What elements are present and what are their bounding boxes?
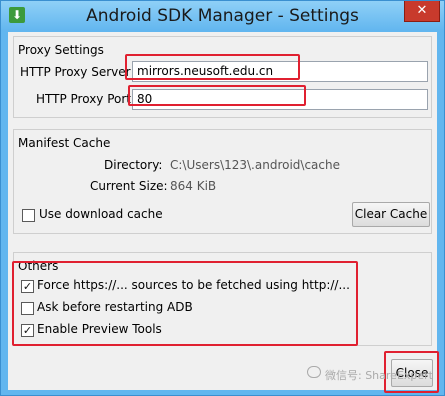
others-group: Others ✓ Force https://... sources to be…	[13, 252, 432, 346]
proxy-server-label: HTTP Proxy Server	[20, 65, 131, 79]
manifest-cache-group: Manifest Cache Directory: C:\Users\123\.…	[13, 129, 432, 234]
current-size-label: Current Size:	[90, 179, 168, 193]
window-close-button[interactable]: ✕	[404, 1, 440, 22]
use-download-cache-checkbox[interactable]	[22, 209, 35, 222]
force-http-label: Force https://... sources to be fetched …	[37, 278, 350, 292]
directory-value: C:\Users\123\.android\cache	[170, 158, 340, 172]
enable-preview-tools-label: Enable Preview Tools	[37, 322, 162, 336]
manifest-cache-title: Manifest Cache	[18, 136, 111, 150]
settings-window: ⬇ Android SDK Manager - Settings ✕ Proxy…	[0, 0, 445, 396]
proxy-settings-group: Proxy Settings HTTP Proxy Server mirrors…	[13, 36, 432, 118]
use-download-cache-label: Use download cache	[39, 207, 163, 221]
window-title: Android SDK Manager - Settings	[86, 6, 359, 26]
ask-restart-adb-label: Ask before restarting ADB	[37, 300, 193, 314]
wechat-icon	[307, 366, 321, 378]
watermark-text: 微信号: ShareExpert	[325, 369, 433, 382]
title-bar[interactable]: ⬇ Android SDK Manager - Settings ✕	[1, 1, 444, 32]
force-http-checkbox[interactable]: ✓	[21, 280, 34, 293]
proxy-server-field[interactable]: mirrors.neusoft.edu.cn	[132, 61, 428, 82]
current-size-value: 864 KiB	[170, 179, 217, 193]
proxy-port-label: HTTP Proxy Port	[36, 92, 131, 106]
others-title: Others	[18, 259, 59, 273]
ask-restart-adb-checkbox[interactable]	[21, 302, 34, 315]
proxy-settings-title: Proxy Settings	[18, 43, 104, 57]
directory-label: Directory:	[104, 158, 163, 172]
clear-cache-button[interactable]: Clear Cache	[352, 202, 430, 227]
proxy-port-field[interactable]: 80	[132, 89, 428, 110]
enable-preview-tools-checkbox[interactable]: ✓	[21, 324, 34, 337]
dialog-body: Proxy Settings HTTP Proxy Server mirrors…	[8, 32, 437, 390]
